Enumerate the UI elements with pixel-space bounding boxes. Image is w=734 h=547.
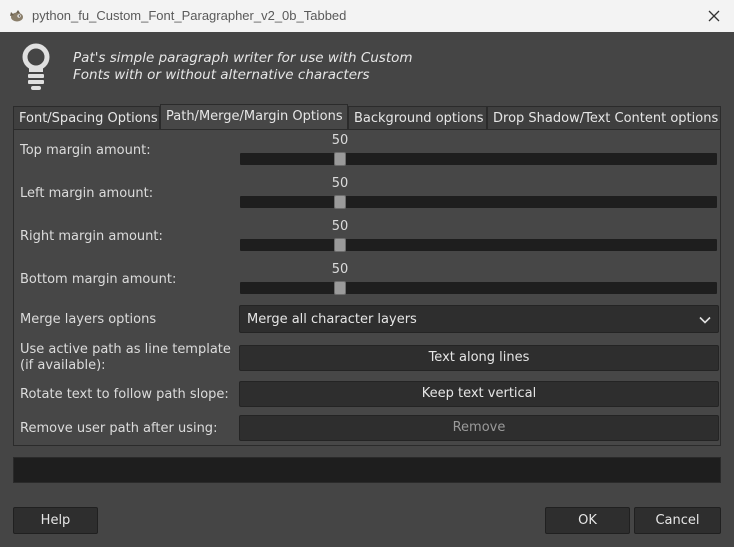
left-margin-label: Left margin amount: (20, 186, 154, 201)
tab-font-spacing[interactable]: Font/Spacing Options (13, 106, 160, 129)
description-line-2: Fonts with or without alternative charac… (73, 67, 370, 83)
ok-button[interactable]: OK (545, 507, 630, 534)
right-margin-value: 50 (331, 219, 349, 234)
top-margin-slider[interactable] (240, 152, 717, 166)
text-along-lines-button[interactable]: Text along lines (239, 345, 719, 371)
left-margin-slider-thumb[interactable] (334, 195, 346, 209)
remove-path-label: Remove user path after using: (20, 421, 218, 436)
description-line-1: Pat's simple paragraph writer for use wi… (73, 50, 413, 66)
dialog-description: Pat's simple paragraph writer for use wi… (73, 50, 673, 84)
bottom-margin-slider[interactable] (240, 281, 717, 295)
path-template-label: Use active path as line template (if ava… (20, 342, 231, 374)
merge-layers-selected: Merge all character layers (247, 312, 417, 327)
tab-drop-shadow-text-content[interactable]: Drop Shadow/Text Content options (487, 106, 721, 129)
path-template-label-line-1: Use active path as line template (20, 342, 231, 357)
merge-layers-label: Merge layers options (20, 312, 157, 327)
right-margin-slider[interactable] (240, 238, 717, 252)
progress-bar (13, 457, 721, 483)
merge-layers-select[interactable]: Merge all character layers (239, 305, 719, 333)
right-margin-slider-thumb[interactable] (334, 238, 346, 252)
help-button[interactable]: Help (13, 507, 98, 534)
remove-path-button[interactable]: Remove (239, 415, 719, 441)
chevron-down-icon (699, 316, 711, 324)
bottom-margin-value: 50 (331, 262, 349, 277)
cancel-button[interactable]: Cancel (634, 507, 721, 534)
title-bar: python_fu_Custom_Font_Paragrapher_v2_0b_… (0, 0, 734, 32)
top-margin-label: Top margin amount: (20, 143, 151, 158)
bottom-margin-label: Bottom margin amount: (20, 272, 177, 287)
window-title: python_fu_Custom_Font_Paragrapher_v2_0b_… (32, 8, 347, 23)
rotate-text-label: Rotate text to follow path slope: (20, 387, 229, 402)
lightbulb-icon (22, 43, 50, 90)
tab-path-merge-margin[interactable]: Path/Merge/Margin Options (160, 104, 348, 129)
keep-text-vertical-button[interactable]: Keep text vertical (239, 381, 719, 407)
gimp-wilber-icon (10, 10, 23, 22)
path-template-label-line-2: (if available): (20, 358, 106, 373)
close-icon[interactable] (702, 4, 726, 28)
bottom-margin-slider-thumb[interactable] (334, 281, 346, 295)
tab-background[interactable]: Background options (348, 106, 487, 129)
top-margin-slider-thumb[interactable] (334, 152, 346, 166)
left-margin-value: 50 (331, 176, 349, 191)
top-margin-value: 50 (331, 133, 349, 148)
right-margin-label: Right margin amount: (20, 229, 163, 244)
left-margin-slider[interactable] (240, 195, 717, 209)
